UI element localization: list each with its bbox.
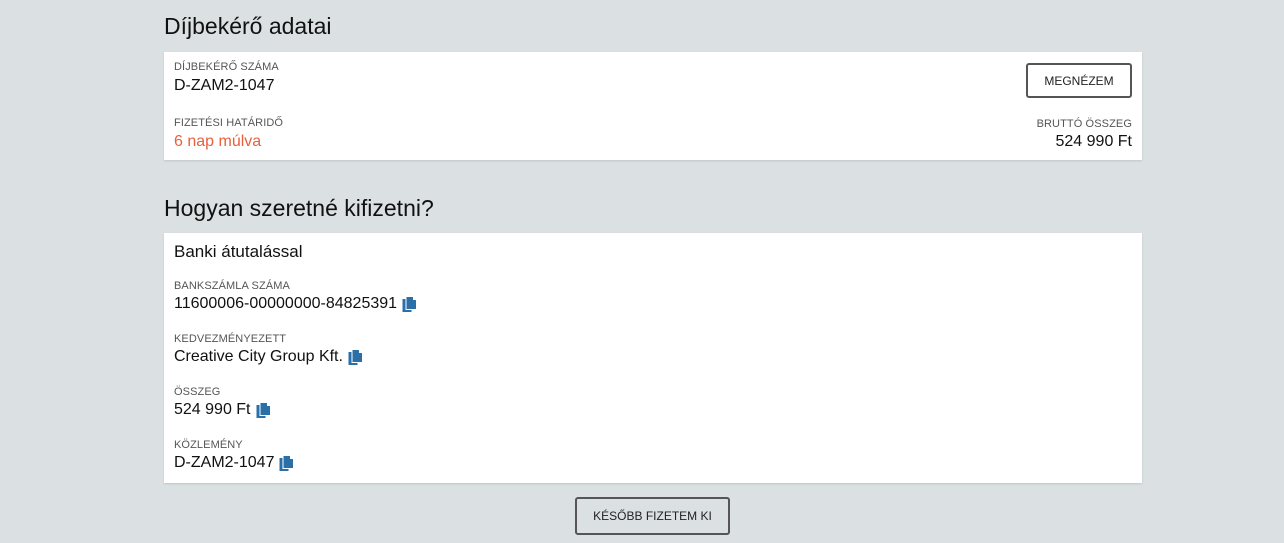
reference-value: D-ZAM2-1047: [174, 454, 275, 471]
beneficiary-label: KEDVEZMÉNYEZETT: [174, 333, 287, 345]
copy-icon[interactable]: [402, 295, 418, 313]
payment-method-title: Banki átutalással: [174, 242, 303, 261]
bank-account-row: 11600006-00000000-84825391: [174, 295, 418, 313]
invoice-number-value: D-ZAM2-1047: [174, 77, 275, 94]
gross-amount-value: 524 990 Ft: [1055, 133, 1133, 150]
amount-label: ÖSSZEG: [174, 386, 221, 398]
bank-account-value: 11600006-00000000-84825391: [174, 295, 398, 312]
beneficiary-row: Creative City Group Kft.: [174, 348, 363, 366]
due-date-value: 6 nap múlva: [174, 133, 262, 150]
invoice-card: DÍJBEKÉRŐ SZÁMA D-ZAM2-1047 FIZETÉSI HAT…: [164, 52, 1142, 160]
payment-heading: Hogyan szeretné kifizetni?: [164, 195, 434, 221]
copy-icon[interactable]: [348, 348, 363, 366]
amount-row: 524 990 Ft: [174, 401, 271, 419]
reference-row: D-ZAM2-1047: [174, 454, 295, 472]
pay-later-button[interactable]: KÉSŐBB FIZETEM KI: [575, 497, 730, 535]
payment-card: Banki átutalással BANKSZÁMLA SZÁMA 11600…: [164, 233, 1142, 483]
reference-label: KÖZLEMÉNY: [174, 439, 243, 451]
copy-icon[interactable]: [279, 454, 295, 472]
beneficiary-value: Creative City Group Kft.: [174, 348, 343, 365]
amount-value: 524 990 Ft: [174, 401, 251, 418]
view-invoice-button[interactable]: MEGNÉZEM: [1026, 63, 1132, 98]
copy-icon[interactable]: [256, 401, 271, 419]
invoice-heading: Díjbekérő adatai: [164, 13, 332, 39]
due-date-label: FIZETÉSI HATÁRIDŐ: [174, 117, 284, 129]
bank-account-label: BANKSZÁMLA SZÁMA: [174, 280, 290, 292]
invoice-number-label: DÍJBEKÉRŐ SZÁMA: [174, 61, 279, 73]
gross-amount-label: BRUTTÓ ÖSSZEG: [1036, 118, 1132, 130]
